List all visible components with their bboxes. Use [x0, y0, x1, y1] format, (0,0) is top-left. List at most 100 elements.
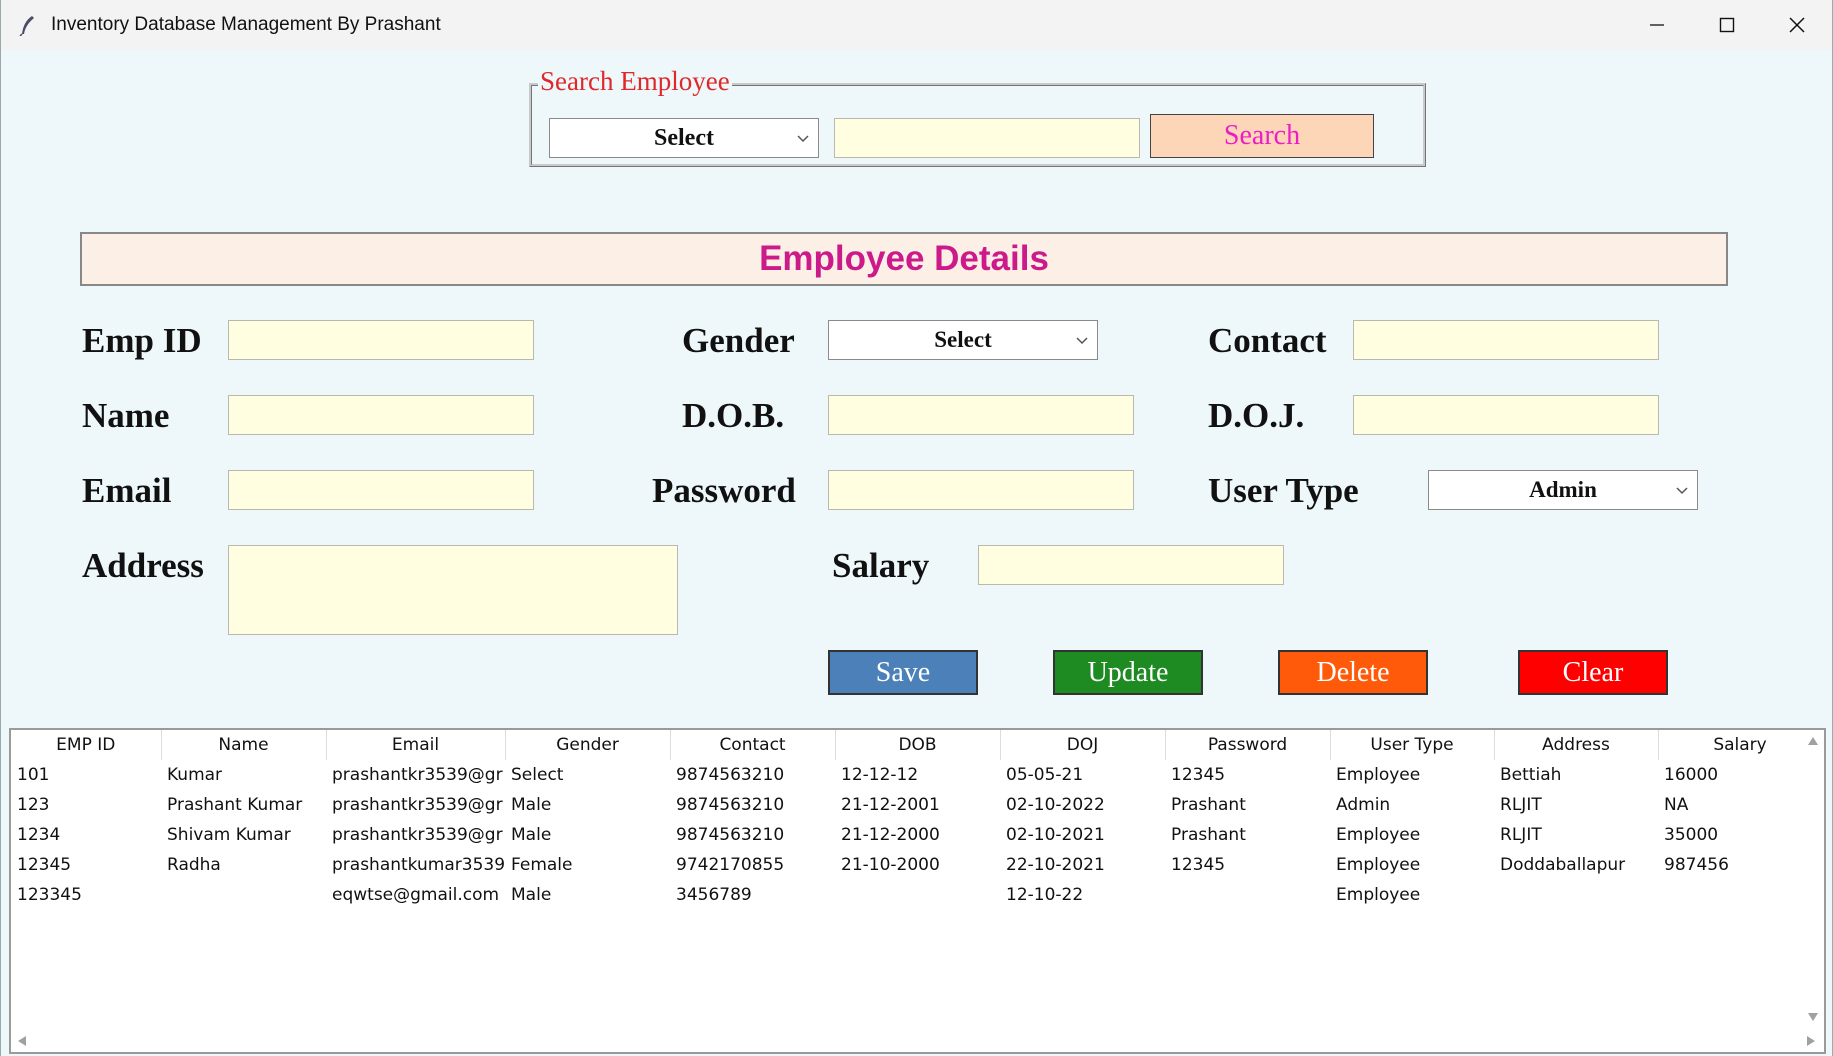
- column-header[interactable]: Address: [1494, 730, 1659, 760]
- name-label: Name: [82, 396, 170, 435]
- user-type-select[interactable]: Admin: [1428, 470, 1698, 510]
- table-cell: Prashant: [1171, 795, 1246, 815]
- clear-button[interactable]: Clear: [1518, 650, 1668, 695]
- table-cell: 9874563210: [676, 795, 785, 815]
- column-header[interactable]: User Type: [1330, 730, 1495, 760]
- table-cell: [1494, 880, 1658, 910]
- app-window: Inventory Database Management By Prashan…: [0, 0, 1833, 1056]
- contact-field[interactable]: [1353, 320, 1659, 360]
- user-type-select-value: Admin: [1529, 477, 1597, 502]
- table-row[interactable]: 1234 Shivam Kumar prashantkr3539@gr Male 987…: [11, 820, 1822, 850]
- main-content: Search Employee Select Search Employee D…: [1, 50, 1832, 1056]
- update-button[interactable]: Update: [1053, 650, 1203, 695]
- search-select-value: Select: [654, 124, 714, 151]
- table-cell: Admin: [1336, 795, 1391, 815]
- address-label: Address: [82, 546, 204, 585]
- table-cell: Employee: [1336, 885, 1421, 905]
- dob-label: D.O.B.: [682, 396, 785, 435]
- table-cell: 12-12-12: [841, 765, 919, 785]
- save-button[interactable]: Save: [828, 650, 978, 695]
- emp-id-field[interactable]: [228, 320, 534, 360]
- scroll-left-icon[interactable]: [17, 1035, 27, 1047]
- doj-field[interactable]: [1353, 395, 1659, 435]
- table-cell: 12345: [1171, 855, 1226, 875]
- user-type-label: User Type: [1208, 471, 1359, 510]
- table-cell: [1658, 880, 1822, 910]
- scroll-right-icon[interactable]: [1806, 1035, 1816, 1047]
- title-bar[interactable]: Inventory Database Management By Prashan…: [1, 0, 1832, 50]
- name-field[interactable]: [228, 395, 534, 435]
- search-legend: Search Employee: [538, 66, 732, 97]
- table-cell: [1165, 880, 1330, 910]
- table-cell: Select: [511, 765, 564, 785]
- table-cell: Employee: [1336, 855, 1421, 875]
- salary-field[interactable]: [978, 545, 1284, 585]
- table-cell: Male: [511, 885, 552, 905]
- table-cell: RLJIT: [1500, 795, 1542, 815]
- chevron-down-icon: [1676, 487, 1688, 495]
- table-cell: [835, 880, 1000, 910]
- search-input[interactable]: [834, 118, 1140, 158]
- password-field[interactable]: [828, 470, 1134, 510]
- column-header[interactable]: Password: [1165, 730, 1331, 760]
- horizontal-scrollbar[interactable]: [11, 1030, 1824, 1052]
- email-label: Email: [82, 471, 172, 510]
- column-header[interactable]: DOB: [835, 730, 1001, 760]
- chevron-down-icon: [797, 135, 809, 143]
- contact-label: Contact: [1208, 321, 1327, 360]
- gender-select[interactable]: Select: [828, 320, 1098, 360]
- search-button[interactable]: Search: [1150, 114, 1374, 158]
- table-cell: Employee: [1336, 765, 1421, 785]
- column-header[interactable]: EMP ID: [11, 730, 162, 760]
- column-header[interactable]: Email: [326, 730, 506, 760]
- scroll-down-icon[interactable]: [1807, 1012, 1819, 1022]
- table-cell: 05-05-21: [1006, 765, 1084, 785]
- table-cell: 35000: [1664, 825, 1719, 845]
- table-cell: Female: [511, 855, 573, 875]
- table-cell: 123345: [17, 885, 82, 905]
- table-cell: Prashant Kumar: [167, 795, 303, 815]
- table-row[interactable]: 101 Kumar prashantkr3539@gr Select 987456321…: [11, 760, 1822, 790]
- table-cell: 12345: [17, 855, 72, 875]
- chevron-down-icon: [1076, 337, 1088, 345]
- table-cell: prashantkumar3539: [332, 855, 506, 875]
- column-header[interactable]: Gender: [505, 730, 671, 760]
- column-header[interactable]: Name: [161, 730, 327, 760]
- table-cell: Radha: [167, 855, 221, 875]
- table-row[interactable]: 123 Prashant Kumar prashantkr3539@gr Male 98…: [11, 790, 1822, 820]
- table-cell: prashantkr3539@gr: [332, 795, 503, 815]
- column-header[interactable]: Salary: [1658, 730, 1823, 760]
- scroll-up-icon[interactable]: [1807, 736, 1819, 746]
- email-field[interactable]: [228, 470, 534, 510]
- salary-label: Salary: [832, 546, 930, 585]
- doj-label: D.O.J.: [1208, 396, 1305, 435]
- close-icon[interactable]: [1762, 0, 1832, 50]
- search-field-select[interactable]: Select: [549, 118, 819, 158]
- table-cell: 12-10-22: [1006, 885, 1084, 905]
- table-cell: 3456789: [676, 885, 752, 905]
- column-header[interactable]: Contact: [670, 730, 836, 760]
- table-cell: 12345: [1171, 765, 1226, 785]
- table-cell: [161, 880, 326, 910]
- table-row[interactable]: 123345 eqwtse@gmail.com Male 3456789 12-10-2…: [11, 880, 1822, 910]
- gender-label: Gender: [682, 321, 795, 360]
- table-cell: 9742170855: [676, 855, 785, 875]
- minimize-icon[interactable]: [1622, 0, 1692, 50]
- table-cell: Kumar: [167, 765, 223, 785]
- vertical-scrollbar[interactable]: [1802, 730, 1824, 1030]
- dob-field[interactable]: [828, 395, 1134, 435]
- table-cell: RLJIT: [1500, 825, 1542, 845]
- address-field[interactable]: [228, 545, 678, 635]
- table-row[interactable]: 12345 Radha prashantkumar3539 Female 9742170…: [11, 850, 1822, 880]
- maximize-icon[interactable]: [1692, 0, 1762, 50]
- table-cell: 21-12-2001: [841, 795, 940, 815]
- table-cell: 987456: [1664, 855, 1729, 875]
- employee-details-heading: Employee Details: [80, 232, 1728, 286]
- table-cell: 1234: [17, 825, 61, 845]
- delete-button[interactable]: Delete: [1278, 650, 1428, 695]
- table-cell: Employee: [1336, 825, 1421, 845]
- table-cell: 21-12-2000: [841, 825, 940, 845]
- column-header[interactable]: DOJ: [1000, 730, 1166, 760]
- table-cell: 9874563210: [676, 825, 785, 845]
- table-cell: 16000: [1664, 765, 1719, 785]
